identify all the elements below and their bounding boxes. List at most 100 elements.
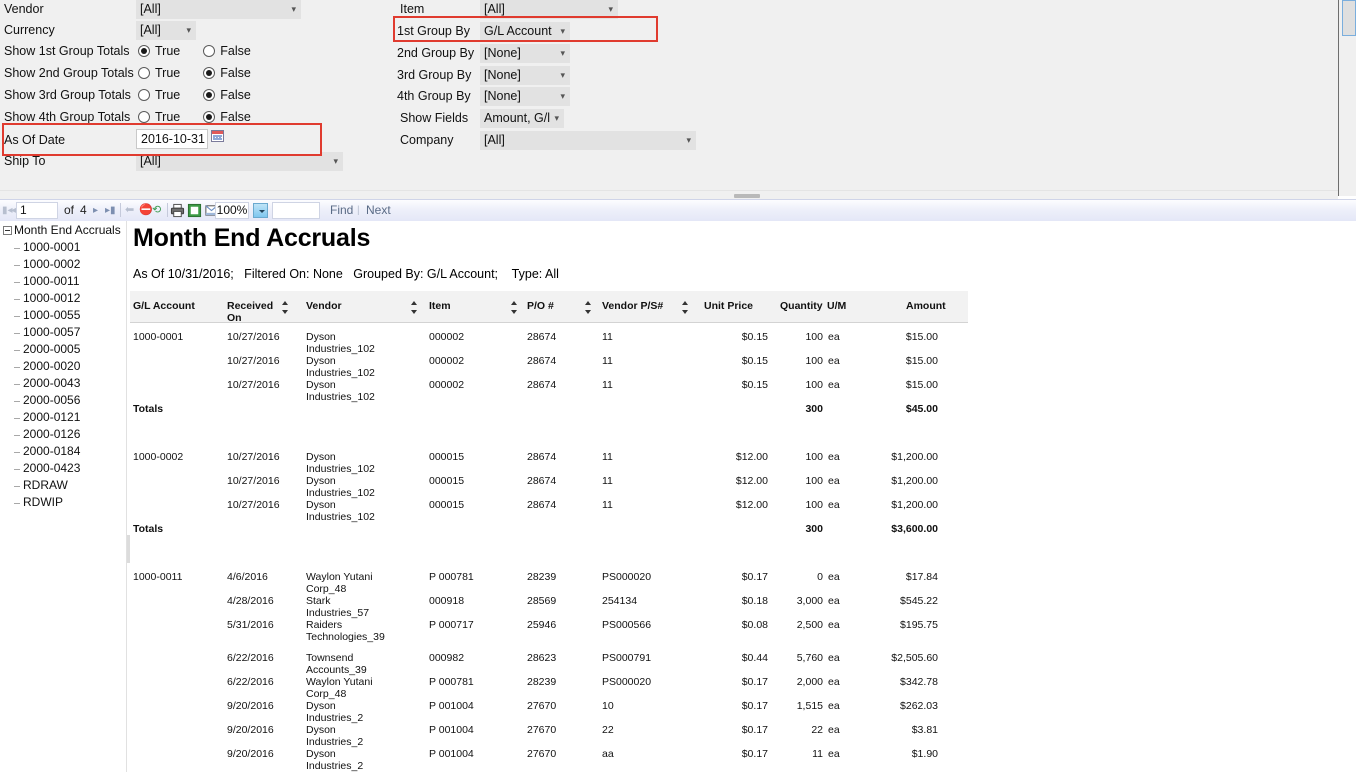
- radio-3rd-true[interactable]: [138, 89, 150, 101]
- find-text-input[interactable]: [272, 202, 320, 219]
- sort-toggle-vendor-ps-icon[interactable]: [682, 301, 689, 314]
- totals-amount: $3,600.00: [891, 523, 938, 535]
- tree-node-3[interactable]: 1000-0012: [13, 291, 80, 305]
- second-group-by-select[interactable]: [None] ▾: [480, 44, 570, 63]
- radio-1st-true[interactable]: [138, 45, 150, 57]
- radio-4th-false-label: False: [220, 110, 251, 124]
- back-to-parent-button[interactable]: ⬅: [125, 200, 134, 221]
- cell-amount: $1.90: [911, 748, 938, 760]
- cell-vendor: Dyson Industries_102: [306, 331, 375, 355]
- next-match-button[interactable]: Next: [366, 200, 391, 221]
- cell-po: 27670: [527, 748, 557, 760]
- sort-toggle-vendor-icon[interactable]: [411, 301, 418, 314]
- tree-node-2[interactable]: 1000-0011: [14, 274, 80, 288]
- print-icon[interactable]: [170, 203, 185, 218]
- tree-node-8[interactable]: 2000-0043: [13, 376, 80, 390]
- col-header-amount[interactable]: Amount: [906, 300, 946, 312]
- cell-vendor: Dyson Industries_2: [306, 724, 364, 748]
- stop-button[interactable]: ⛔: [139, 200, 153, 221]
- chevron-down-icon: ▾: [560, 48, 565, 58]
- col-header-item[interactable]: Item: [429, 300, 451, 312]
- chevron-down-icon: ▾: [560, 91, 565, 101]
- col-header-unit-price[interactable]: Unit Price: [704, 300, 753, 312]
- tree-node-0[interactable]: 1000-0001: [13, 240, 80, 254]
- cell-received-on: 6/22/2016: [227, 676, 274, 688]
- zoom-dropdown-button[interactable]: [253, 203, 268, 218]
- tree-node-13[interactable]: 2000-0423: [13, 461, 80, 475]
- third-group-by-select[interactable]: [None] ▾: [480, 66, 570, 85]
- chevron-down-icon: ▾: [560, 26, 565, 36]
- sort-toggle-po-icon[interactable]: [585, 301, 592, 314]
- panel-divider: [1338, 0, 1339, 196]
- company-select[interactable]: [All] ▾: [480, 131, 696, 150]
- last-page-button[interactable]: ▸▮: [105, 200, 116, 221]
- label-show-1st-group-totals: Show 1st Group Totals: [4, 44, 130, 58]
- col-header-um[interactable]: U/M: [827, 300, 846, 312]
- collapse-icon[interactable]: [3, 226, 12, 236]
- as-of-date-input[interactable]: 2016-10-31: [136, 129, 208, 149]
- radio-4th-false[interactable]: [203, 111, 216, 123]
- tree-node-6[interactable]: 2000-0005: [13, 342, 80, 356]
- cell-um: ea: [828, 355, 840, 367]
- fourth-group-by-select[interactable]: [None] ▾: [480, 87, 570, 106]
- col-header-po[interactable]: P/O #: [527, 300, 554, 312]
- next-page-button[interactable]: ▸: [93, 200, 98, 221]
- vendor-select[interactable]: [All] ▾: [136, 0, 301, 19]
- refresh-icon[interactable]: ⟲: [152, 200, 161, 221]
- radio-2nd-false[interactable]: [203, 67, 216, 79]
- tree-node-1[interactable]: 1000-0002: [13, 257, 80, 271]
- tree-node-9[interactable]: 2000-0056: [13, 393, 80, 407]
- cell-po: 28674: [527, 331, 557, 343]
- radio-3rd-false[interactable]: [203, 89, 216, 101]
- vendor-value: [All]: [140, 2, 161, 16]
- tree-node-15[interactable]: RDWIP: [14, 495, 63, 509]
- tree-node-10[interactable]: 2000-0121: [13, 410, 80, 424]
- calendar-icon[interactable]: [211, 130, 224, 142]
- tree-node-7[interactable]: 2000-0020: [13, 359, 80, 373]
- tree-node-12[interactable]: 2000-0184: [13, 444, 80, 458]
- col-header-quantity[interactable]: Quantity: [780, 300, 823, 312]
- page-number-input[interactable]: 1: [16, 202, 58, 219]
- radio-4th-true[interactable]: [138, 111, 150, 123]
- cell-vendor-ps: PS000566: [602, 619, 652, 631]
- tree-root-node[interactable]: Month End Accruals: [3, 223, 121, 237]
- first-group-by-select[interactable]: G/L Account ▾: [480, 22, 570, 41]
- radio-group-1st-group-totals[interactable]: True False: [138, 44, 251, 58]
- cell-amount: $262.03: [900, 700, 938, 712]
- cell-um: ea: [828, 748, 840, 760]
- radio-1st-false[interactable]: [203, 45, 216, 57]
- item-select[interactable]: [All] ▾: [480, 0, 618, 19]
- tree-node-11[interactable]: 2000-0126: [13, 427, 80, 441]
- show-fields-select[interactable]: Amount, G/l ▾: [480, 109, 564, 128]
- cell-um: ea: [828, 499, 840, 511]
- radio-4th-true-label: True: [155, 110, 181, 124]
- col-header-vendor-ps[interactable]: Vendor P/S#: [602, 300, 663, 312]
- radio-2nd-true[interactable]: [138, 67, 150, 79]
- label-2nd-group-by: 2nd Group By: [397, 46, 475, 60]
- label-company: Company: [400, 133, 454, 147]
- sort-toggle-received-on-icon[interactable]: [282, 301, 289, 314]
- find-button[interactable]: Find: [330, 200, 353, 221]
- radio-group-4th-group-totals[interactable]: True False: [138, 110, 251, 124]
- cell-unit-price: $0.15: [741, 331, 768, 343]
- label-item: Item: [400, 2, 425, 16]
- radio-group-2nd-group-totals[interactable]: True False: [138, 66, 251, 80]
- col-header-gl-account[interactable]: G/L Account: [133, 300, 195, 312]
- sort-toggle-item-icon[interactable]: [511, 301, 518, 314]
- cell-vendor-ps: 11: [602, 499, 613, 511]
- zoom-level-input[interactable]: 100%: [215, 202, 249, 219]
- report-title: Month End Accruals: [133, 224, 371, 252]
- cell-vendor: Townsend Accounts_39: [306, 652, 367, 676]
- cell-received-on: 5/31/2016: [227, 619, 274, 631]
- radio-group-3rd-group-totals[interactable]: True False: [138, 88, 251, 102]
- cell-vendor-ps: 11: [602, 355, 613, 367]
- currency-select[interactable]: [All] ▾: [136, 21, 196, 40]
- cell-vendor: Dyson Industries_102: [306, 379, 375, 403]
- cell-amount: $3.81: [911, 724, 938, 736]
- col-header-vendor[interactable]: Vendor: [306, 300, 342, 312]
- tree-node-14[interactable]: RDRAW: [14, 478, 68, 492]
- print-layout-icon[interactable]: [187, 203, 202, 218]
- tree-node-5[interactable]: 1000-0057: [13, 325, 80, 339]
- tree-node-4[interactable]: 1000-0055: [13, 308, 80, 322]
- col-header-received-on[interactable]: Received On: [227, 300, 273, 324]
